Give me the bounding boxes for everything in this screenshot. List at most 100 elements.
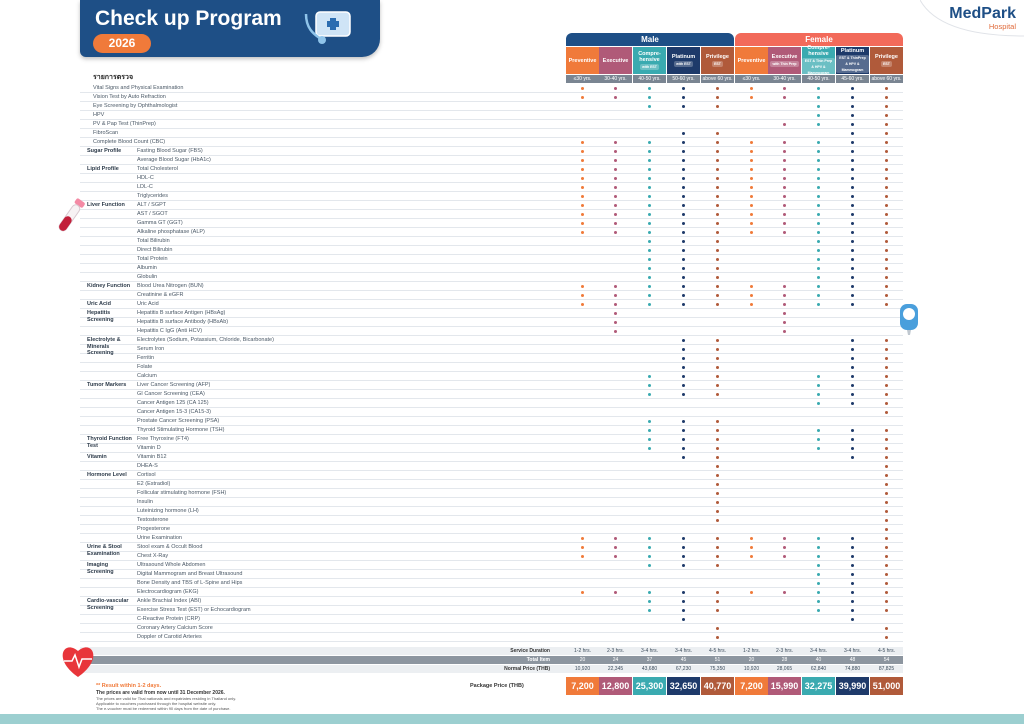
check-dot	[885, 429, 888, 432]
check-dot	[783, 312, 786, 315]
check-dot	[614, 87, 617, 90]
check-dot	[716, 132, 719, 135]
check-dot	[682, 222, 685, 225]
table-row: Alkaline phosphatase (ALP)	[80, 228, 903, 237]
check-dot	[750, 150, 753, 153]
check-dot	[682, 600, 685, 603]
summary-value: 3-4 hrs.	[641, 648, 658, 654]
check-dot	[885, 519, 888, 522]
table-row: Ankle Brachial Index (ABI)	[80, 597, 903, 606]
check-dot	[885, 366, 888, 369]
check-dot	[851, 177, 854, 180]
table-row: Vision Test by Auto Refraction	[80, 93, 903, 102]
check-dot	[648, 213, 651, 216]
check-dot	[648, 393, 651, 396]
check-dot	[581, 285, 584, 288]
check-dot	[817, 591, 820, 594]
package-price: 32,650	[667, 677, 700, 695]
summary-value: 87,825	[878, 666, 895, 672]
check-dot	[716, 393, 719, 396]
category-label: Thyroid Function Test	[87, 436, 132, 449]
check-dot	[783, 177, 786, 180]
row-label: Uric Acid	[137, 301, 159, 307]
check-dot	[851, 375, 854, 378]
row-label: Total Bilirubin	[137, 238, 170, 244]
check-dot	[851, 357, 854, 360]
check-dot	[783, 591, 786, 594]
row-label: Complete Blood Count (CBC)	[93, 139, 166, 145]
package-header-9: Privilege EST	[870, 47, 903, 74]
table-row: Albumin	[80, 264, 903, 273]
check-dot	[851, 204, 854, 207]
table-row: Serum Iron	[80, 345, 903, 354]
check-dot	[716, 492, 719, 495]
table-row: AST / SGOT	[80, 210, 903, 219]
check-dot	[885, 528, 888, 531]
check-dot	[682, 96, 685, 99]
row-label: Stool exam & Occult Blood	[137, 544, 203, 550]
check-dot	[614, 285, 617, 288]
check-dot	[885, 438, 888, 441]
check-dot	[750, 204, 753, 207]
check-dot	[716, 204, 719, 207]
table-row: Cortisol	[80, 471, 903, 480]
check-dot	[682, 366, 685, 369]
package-header-7: Compre-hensive EST & Thin Prep & HPV & Ma…	[802, 45, 835, 76]
check-dot	[851, 114, 854, 117]
package-price: 32,275	[802, 677, 835, 695]
check-dot	[716, 438, 719, 441]
check-dot	[885, 402, 888, 405]
row-label: Luteinizing hormone (LH)	[137, 508, 199, 514]
table-row: Cancer Antigen 15-3 (CA15-3)	[80, 408, 903, 417]
row-label: ALT / SGPT	[137, 202, 167, 208]
check-dot	[682, 204, 685, 207]
row-label: Vision Test by Auto Refraction	[93, 94, 166, 100]
check-dot	[817, 141, 820, 144]
check-dot	[851, 159, 854, 162]
check-dot	[614, 312, 617, 315]
check-dot	[750, 177, 753, 180]
check-dot	[614, 213, 617, 216]
check-dot	[817, 384, 820, 387]
check-dot	[885, 447, 888, 450]
category-label: Urine & Stool Examination	[87, 544, 122, 557]
check-dot	[817, 267, 820, 270]
check-dot	[851, 546, 854, 549]
check-dot	[817, 240, 820, 243]
check-dot	[783, 87, 786, 90]
check-dot	[750, 96, 753, 99]
check-dot	[682, 294, 685, 297]
package-name: Executive	[771, 54, 798, 60]
check-dot	[682, 357, 685, 360]
table-row: Total Protein	[80, 255, 903, 264]
check-dot	[885, 285, 888, 288]
check-dot	[682, 213, 685, 216]
check-dot	[885, 96, 888, 99]
check-dot	[614, 96, 617, 99]
check-dot	[648, 438, 651, 441]
check-dot	[716, 105, 719, 108]
category-label: Sugar Profile	[87, 148, 122, 154]
check-dot	[851, 609, 854, 612]
check-dot	[648, 420, 651, 423]
check-dot	[682, 231, 685, 234]
check-dot	[648, 267, 651, 270]
summary-row: Service Duration 1-2 hrs. 2-3 hrs. 3-4 hrs.…	[80, 647, 903, 655]
check-dot	[750, 591, 753, 594]
check-dot	[817, 195, 820, 198]
check-dot	[716, 294, 719, 297]
check-dot	[817, 402, 820, 405]
table-row: Electrocardiogram (EKG)	[80, 588, 903, 597]
check-dot	[614, 186, 617, 189]
check-dot	[851, 222, 854, 225]
table-row: Complete Blood Count (CBC)	[80, 138, 903, 147]
check-dot	[581, 231, 584, 234]
row-label: Serum Iron	[137, 346, 165, 352]
check-dot	[614, 546, 617, 549]
check-dot	[817, 87, 820, 90]
check-dot	[716, 195, 719, 198]
row-label: DHEA-S	[137, 463, 158, 469]
check-dot	[817, 150, 820, 153]
table-row: Hepatitis B surface Antibody (HBsAb)	[80, 318, 903, 327]
package-sub: EST & ThinPrep & HPV & Mammogram	[836, 55, 869, 73]
